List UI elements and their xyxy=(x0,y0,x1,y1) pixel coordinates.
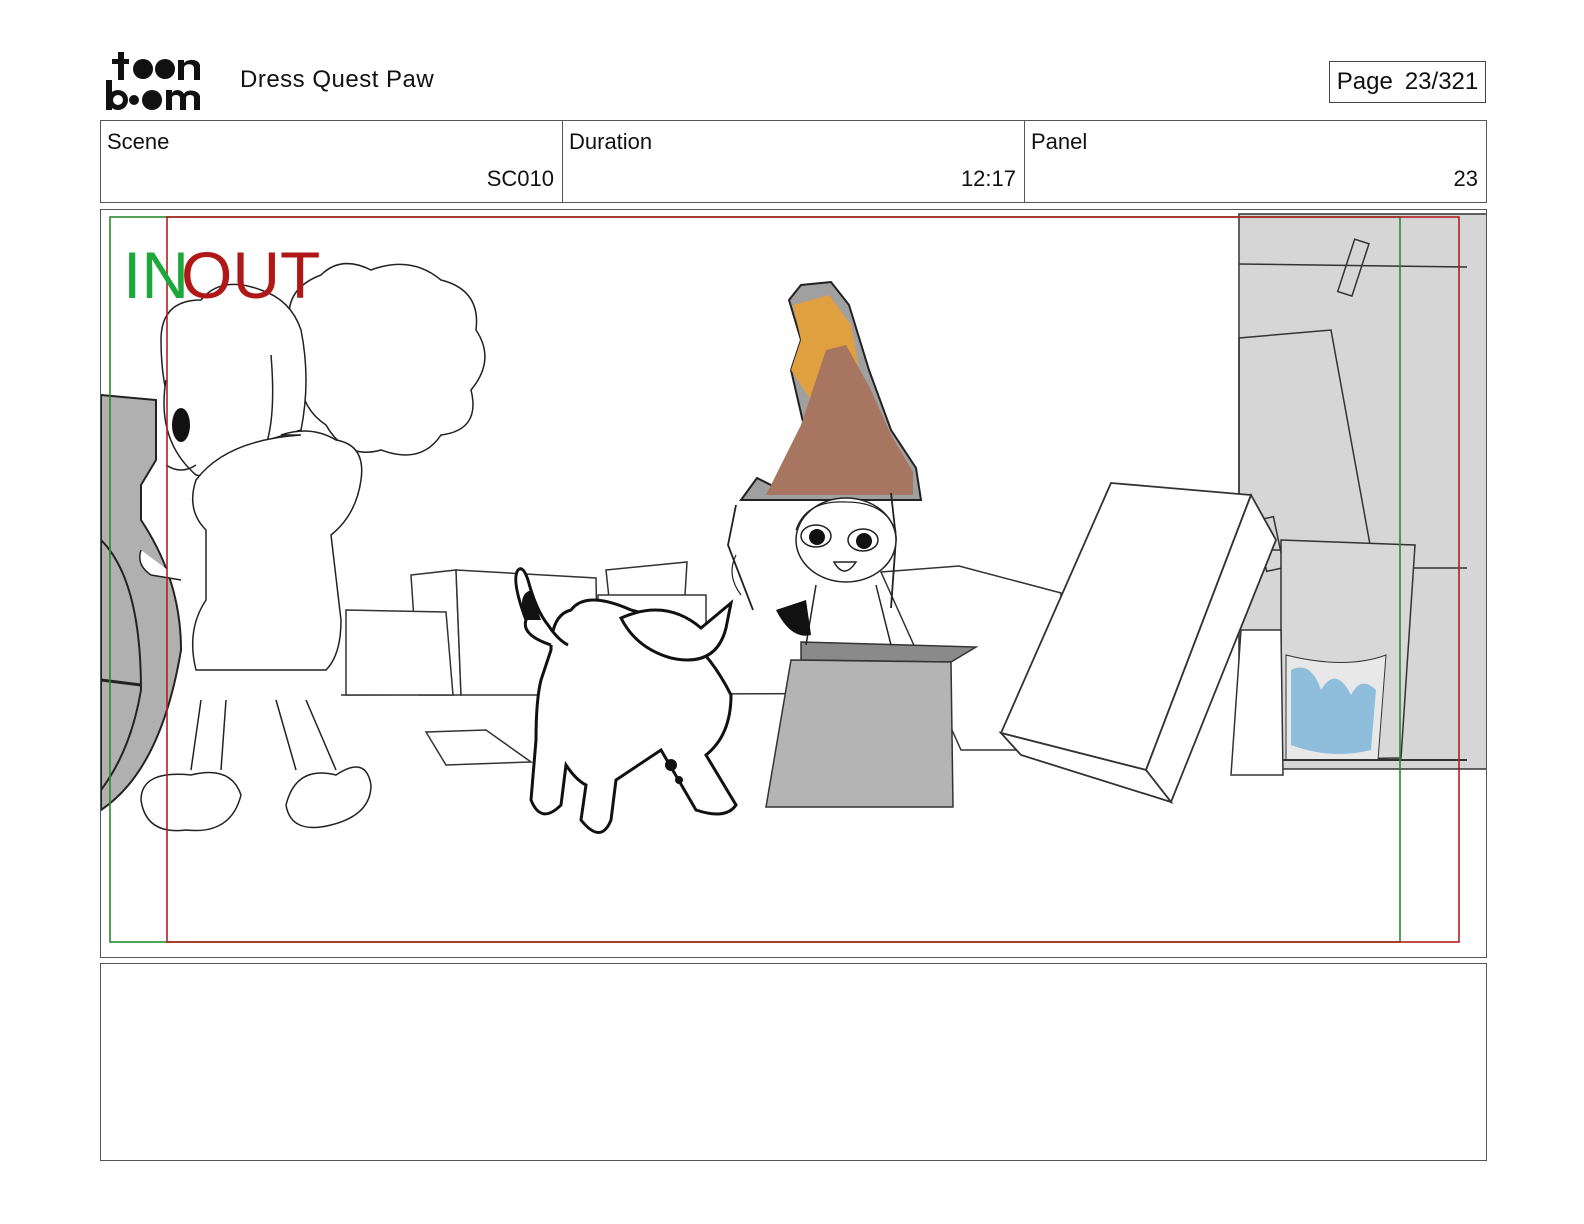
scene-cell: Scene SC010 xyxy=(101,121,563,202)
storyboard-panel: IN OUT xyxy=(100,209,1487,958)
page-indicator: Page 23/321 xyxy=(1329,61,1486,103)
panel-notes xyxy=(100,963,1487,1161)
gray-box xyxy=(765,659,954,808)
panel-cell: Panel 23 xyxy=(1025,121,1486,202)
scene-label: Scene xyxy=(107,129,170,154)
panel-info-row: Scene SC010 Duration 12:17 Panel 23 xyxy=(100,120,1487,203)
page-number: 23/321 xyxy=(1404,68,1479,95)
toonboom-logo xyxy=(100,48,220,114)
panel-artwork: IN OUT xyxy=(101,213,1486,943)
hat-brown xyxy=(766,345,913,495)
in-marker: IN xyxy=(123,238,189,312)
dog-ear xyxy=(776,600,811,636)
duration-value: 12:17 xyxy=(960,166,1016,191)
project-title: Dress Quest Paw xyxy=(240,66,435,93)
duration-cell: Duration 12:17 xyxy=(563,121,1025,202)
notes-text xyxy=(101,964,1486,984)
scene-value: SC010 xyxy=(486,166,554,191)
duration-label: Duration xyxy=(569,129,653,154)
car-edge xyxy=(101,393,183,812)
panel-label: Panel xyxy=(1031,129,1088,154)
panel-value: 23 xyxy=(1453,166,1478,191)
out-marker: OUT xyxy=(181,238,320,312)
girl xyxy=(139,262,486,832)
page-label: Page xyxy=(1336,68,1393,95)
hat-kid xyxy=(727,280,923,646)
